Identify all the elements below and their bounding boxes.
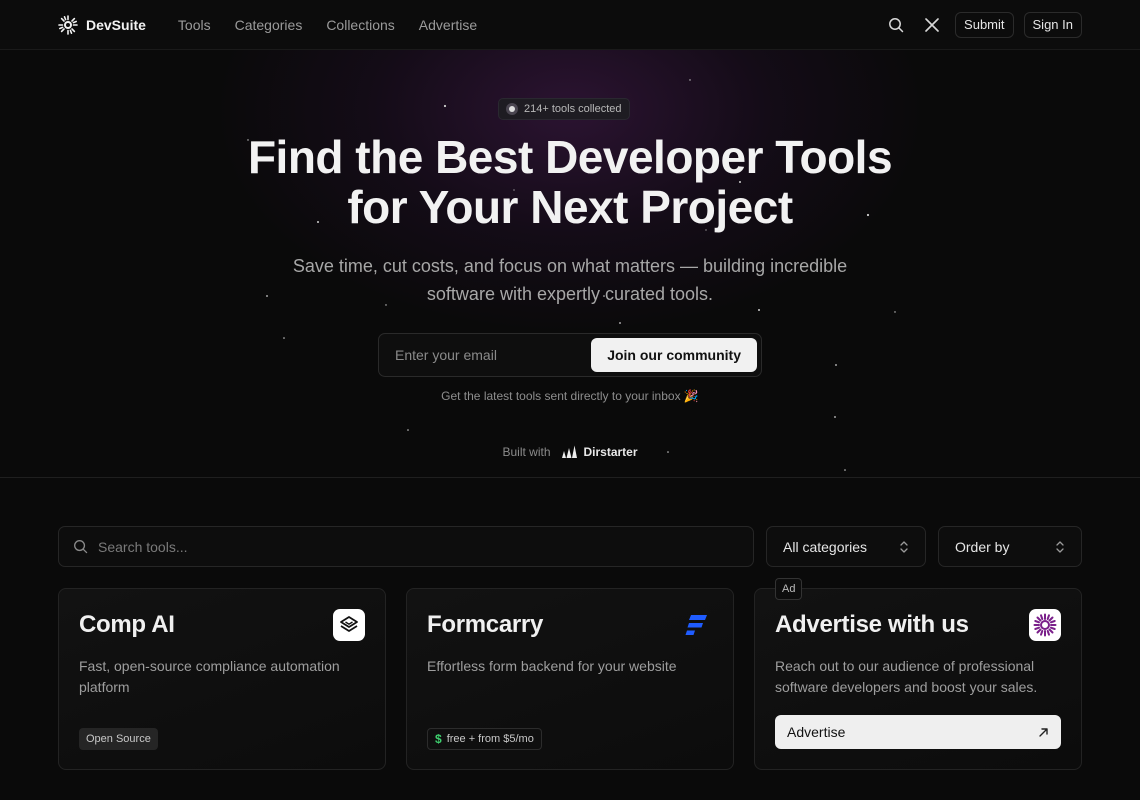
x-social-link[interactable] xyxy=(919,12,945,38)
tag-label: free + from $5/mo xyxy=(446,733,534,745)
submit-button[interactable]: Submit xyxy=(955,11,1014,38)
search-icon xyxy=(74,540,88,554)
hero-title: Find the Best Developer Tools for Your N… xyxy=(0,132,1140,232)
nav-advertise[interactable]: Advertise xyxy=(419,17,477,33)
nav-collections[interactable]: Collections xyxy=(326,17,394,33)
advertise-button-label: Advertise xyxy=(787,724,846,740)
newsletter-form: Join our community xyxy=(378,333,762,377)
newsletter-note: Get the latest tools sent directly to yo… xyxy=(441,389,699,403)
formcarry-logo-icon xyxy=(681,609,713,641)
dirstarter-name: Dirstarter xyxy=(583,445,638,459)
dirstarter-logo-icon xyxy=(561,445,577,458)
category-select-value: All categories xyxy=(783,538,868,555)
dirstarter-link[interactable]: Dirstarter xyxy=(561,445,638,459)
order-select-value: Order by xyxy=(955,538,1010,555)
ad-badge: Ad xyxy=(775,578,803,600)
tool-card-comp-ai[interactable]: Comp AI Fast, open-source compliance aut… xyxy=(58,588,386,770)
pricing-tag: $ free + from $5/mo xyxy=(427,728,542,750)
hero-section: 214+ tools collected Find the Best Devel… xyxy=(0,50,1140,478)
tool-card-title: Comp AI xyxy=(79,611,175,638)
top-header: DevSuite Tools Categories Collections Ad… xyxy=(0,0,1140,50)
tool-search xyxy=(58,526,754,567)
sign-in-button[interactable]: Sign In xyxy=(1023,11,1082,38)
built-with-label: Built with xyxy=(502,445,551,459)
dot-icon xyxy=(506,103,518,115)
tool-card-description: Fast, open-source compliance automation … xyxy=(79,658,340,695)
sun-logo-icon xyxy=(58,14,78,35)
main-nav: Tools Categories Collections Advertise xyxy=(178,17,477,33)
advertise-card-title: Advertise with us xyxy=(775,611,969,638)
hero-title-line-2: for Your Next Project xyxy=(347,181,793,233)
order-select[interactable]: Order by xyxy=(938,526,1082,567)
dollar-icon: $ xyxy=(435,732,442,746)
header-actions: Submit Sign In xyxy=(883,11,1082,38)
tools-count-badge: 214+ tools collected xyxy=(498,98,630,120)
chevron-up-down-icon xyxy=(900,540,908,553)
tool-card-description: Effortless form backend for your website xyxy=(427,658,677,674)
tag-label: Open Source xyxy=(86,733,151,745)
tools-count-text: 214+ tools collected xyxy=(524,103,622,115)
built-with: Built with Dirstarter xyxy=(0,445,1140,459)
search-input[interactable] xyxy=(98,538,739,555)
hero-title-line-1: Find the Best Developer Tools xyxy=(247,131,893,183)
x-logo-icon xyxy=(925,17,939,32)
hero-subtitle: Save time, cut costs, and focus on what … xyxy=(292,256,848,304)
brand-name: DevSuite xyxy=(86,16,146,33)
tool-card-title: Formcarry xyxy=(427,611,544,638)
brand-logo[interactable]: DevSuite xyxy=(58,14,146,35)
join-community-button[interactable]: Join our community xyxy=(591,338,757,372)
chevron-up-down-icon xyxy=(1056,540,1064,553)
sunburst-logo-icon xyxy=(1029,609,1061,641)
advertise-card[interactable]: Advertise with us Reach out to our audie… xyxy=(754,588,1082,770)
advertise-card-description: Reach out to our audience of professiona… xyxy=(775,658,1038,695)
advertise-button[interactable]: Advertise xyxy=(775,715,1061,749)
category-select[interactable]: All categories xyxy=(766,526,926,567)
nav-tools[interactable]: Tools xyxy=(178,17,211,33)
arrow-up-right-icon xyxy=(1039,727,1048,737)
email-input[interactable] xyxy=(395,347,592,363)
nav-categories[interactable]: Categories xyxy=(235,17,303,33)
search-icon xyxy=(889,17,904,32)
comp-ai-logo-icon xyxy=(333,609,365,641)
search-button[interactable] xyxy=(883,12,909,38)
tool-card-formcarry[interactable]: Formcarry Effortless form backend for yo… xyxy=(406,588,734,770)
open-source-tag: Open Source xyxy=(79,728,158,750)
